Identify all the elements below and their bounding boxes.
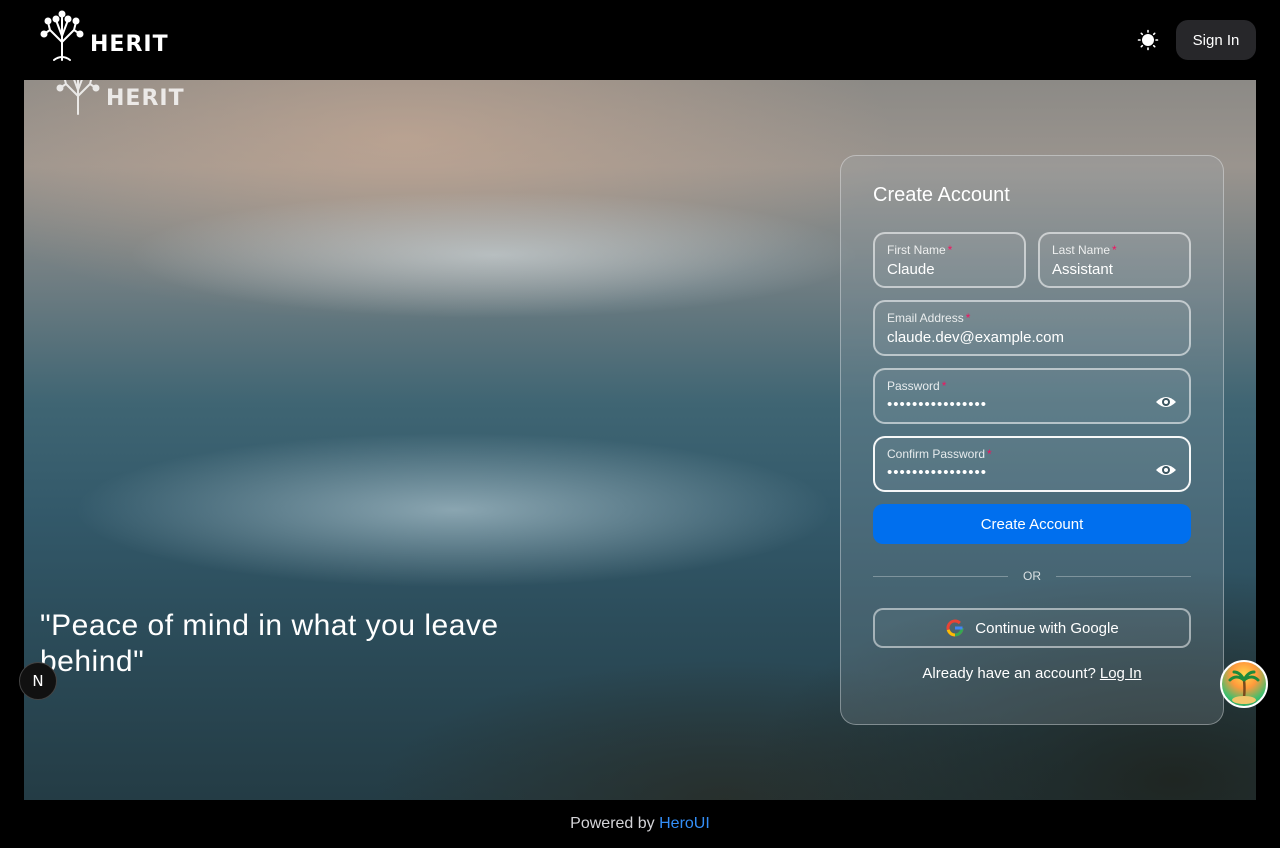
google-signin-button[interactable]: Continue with Google xyxy=(873,608,1191,648)
tree-icon xyxy=(56,80,100,115)
sign-in-button[interactable]: Sign In xyxy=(1176,20,1256,60)
required-mark: * xyxy=(965,311,971,325)
login-link[interactable]: Log In xyxy=(1100,665,1142,682)
required-mark: * xyxy=(987,447,992,461)
login-prompt-text: Already have an account? xyxy=(922,665,1096,682)
first-name-field[interactable]: First Name * Claude xyxy=(873,232,1026,288)
confirm-password-label: Confirm Password * xyxy=(887,447,992,461)
footer-prefix: Powered by xyxy=(570,815,655,832)
email-field[interactable]: Email Address * claude.dev@example.com xyxy=(873,300,1191,356)
avatar-button[interactable] xyxy=(1220,660,1268,708)
required-mark: * xyxy=(1112,243,1117,257)
hero-logo-text: HERIT xyxy=(106,86,185,111)
hero-logo: HERIT xyxy=(52,80,185,116)
or-divider: OR xyxy=(873,566,1191,586)
required-mark: * xyxy=(941,379,947,393)
first-name-value: Claude xyxy=(887,261,935,278)
hero-background: HERIT "Peace of mind in what you leave b… xyxy=(24,80,1256,800)
eye-icon[interactable] xyxy=(1155,394,1177,410)
signup-card: Create Account First Name * Claude Last N… xyxy=(840,155,1224,725)
hero-quote: "Peace of mind in what you leave behind" xyxy=(40,609,499,678)
palm-island-icon xyxy=(1228,670,1260,704)
confirm-password-field[interactable]: Confirm Password * •••••••••••••••• xyxy=(873,436,1191,492)
n-dev-tools-button[interactable]: N xyxy=(19,662,57,700)
card-title: Create Account xyxy=(873,184,1010,206)
herit-logo[interactable]: HERIT xyxy=(36,8,169,62)
divider-line xyxy=(1056,576,1191,577)
email-value: claude.dev@example.com xyxy=(887,329,1064,346)
confirm-password-value: •••••••••••••••• xyxy=(887,464,988,481)
password-value: •••••••••••••••• xyxy=(887,396,988,413)
first-name-label: First Name * xyxy=(887,243,953,257)
tree-icon xyxy=(40,10,84,61)
logo-text: HERIT xyxy=(90,32,169,57)
heroui-link[interactable]: HeroUI xyxy=(659,815,710,832)
last-name-value: Assistant xyxy=(1052,261,1113,278)
email-label: Email Address * xyxy=(887,311,971,325)
google-button-label: Continue with Google xyxy=(975,619,1119,637)
theme-toggle[interactable] xyxy=(1134,26,1162,54)
top-nav: HERIT Sign In xyxy=(0,0,1280,80)
last-name-label: Last Name * xyxy=(1052,243,1117,257)
create-account-button[interactable]: Create Account xyxy=(873,504,1191,544)
login-prompt: Already have an account? Log In xyxy=(873,665,1191,682)
sun-icon xyxy=(1137,29,1159,51)
password-label: Password * xyxy=(887,379,947,393)
password-field[interactable]: Password * •••••••••••••••• xyxy=(873,368,1191,424)
last-name-field[interactable]: Last Name * Assistant xyxy=(1038,232,1191,288)
footer: Powered by HeroUI xyxy=(0,800,1280,848)
eye-icon[interactable] xyxy=(1155,462,1177,478)
required-mark: * xyxy=(947,243,953,257)
google-icon xyxy=(946,619,964,637)
